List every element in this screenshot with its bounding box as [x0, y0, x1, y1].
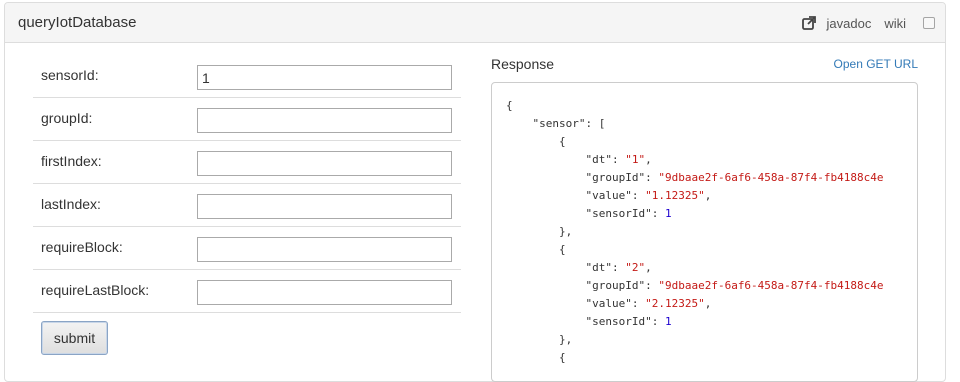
groupid-input[interactable]	[197, 108, 452, 133]
json-token: ,	[645, 261, 652, 274]
json-token: 1	[664, 315, 672, 328]
json-line: {	[506, 241, 917, 259]
json-token: "2.12325"	[645, 297, 705, 310]
json-line: "dt": "2",	[506, 259, 917, 277]
panel-heading: queryIotDatabase javadoc wiki	[5, 3, 945, 43]
json-token: ,	[645, 153, 652, 166]
json-response: { "sensor": [ { "dt": "1", "groupId": "9…	[492, 83, 917, 367]
requirelastblock-input[interactable]	[197, 280, 452, 305]
json-line: "groupId": "9dbaae2f-6af6-458a-87f4-fb41…	[506, 169, 917, 187]
open-get-url-link[interactable]: Open GET URL	[834, 57, 918, 71]
json-token: "2"	[625, 261, 646, 274]
external-link-icon[interactable]	[801, 16, 816, 30]
json-token: {	[506, 99, 513, 112]
json-token: ,	[704, 297, 712, 310]
form-row-requirelastblock: requireLastBlock:	[33, 270, 461, 313]
json-line: },	[506, 223, 917, 241]
json-token: : [	[585, 117, 606, 130]
form-row-groupid: groupId:	[33, 98, 461, 141]
json-token: :	[645, 279, 659, 292]
json-token: :	[645, 171, 659, 184]
json-token: :	[611, 261, 626, 274]
json-token: :	[631, 189, 646, 202]
firstindex-label: firstIndex:	[41, 153, 102, 169]
response-label: Response	[491, 56, 555, 72]
json-token: {	[506, 135, 566, 148]
page-title: queryIotDatabase	[18, 14, 137, 31]
checkbox-icon[interactable]	[923, 17, 935, 29]
json-token: :	[651, 207, 665, 220]
sensorid-label: sensorId:	[41, 67, 99, 83]
response-box[interactable]: { "sensor": [ { "dt": "1", "groupId": "9…	[491, 82, 918, 382]
json-line: "value": "1.12325",	[506, 187, 917, 205]
json-line: {	[506, 97, 917, 115]
lastindex-label: lastIndex:	[41, 196, 101, 212]
firstindex-input[interactable]	[197, 151, 452, 176]
json-line: "value": "2.12325",	[506, 295, 917, 313]
groupid-label: groupId:	[41, 110, 93, 126]
json-token: "groupId"	[585, 279, 646, 292]
json-token: "9dbaae2f-6af6-458a-87f4-fb4188c4e	[658, 171, 884, 184]
submit-button[interactable]: submit	[41, 321, 108, 355]
json-token: "1.12325"	[645, 189, 705, 202]
json-token: },	[506, 225, 573, 238]
json-line: {	[506, 133, 917, 151]
form-row-firstindex: firstIndex:	[33, 141, 461, 184]
json-line: {	[506, 349, 917, 367]
json-token: {	[506, 243, 566, 256]
json-token: "sensorId"	[585, 315, 652, 328]
json-line: "sensor": [	[506, 115, 917, 133]
json-token: "dt"	[585, 153, 612, 166]
json-token: "9dbaae2f-6af6-458a-87f4-fb4188c4e	[658, 279, 884, 292]
json-token: :	[631, 297, 646, 310]
requireblock-label: requireBlock:	[41, 239, 123, 255]
sensorid-input[interactable]	[197, 65, 452, 90]
json-line: },	[506, 331, 917, 349]
json-token: :	[651, 315, 665, 328]
json-token: "groupId"	[585, 171, 646, 184]
form-row-sensorid: sensorId:	[33, 55, 461, 98]
json-token: "sensorId"	[585, 207, 652, 220]
heading-tools: javadoc wiki	[801, 3, 935, 43]
form-row-lastindex: lastIndex:	[33, 184, 461, 227]
json-token: "value"	[585, 297, 632, 310]
json-token: ,	[704, 189, 712, 202]
json-token: "1"	[625, 153, 646, 166]
json-token: "dt"	[585, 261, 612, 274]
json-token: },	[506, 333, 573, 346]
requirelastblock-label: requireLastBlock:	[41, 282, 150, 298]
requireblock-input[interactable]	[197, 237, 452, 262]
json-token: {	[506, 351, 566, 364]
query-form: sensorId: groupId: firstIndex: lastIndex…	[33, 55, 461, 355]
json-token: "sensor"	[532, 117, 586, 130]
json-token: 1	[664, 207, 672, 220]
json-token: "value"	[585, 189, 632, 202]
json-line: "sensorId": 1	[506, 313, 917, 331]
javadoc-link[interactable]: javadoc	[827, 16, 872, 31]
json-token: :	[611, 153, 626, 166]
json-line: "groupId": "9dbaae2f-6af6-458a-87f4-fb41…	[506, 277, 917, 295]
lastindex-input[interactable]	[197, 194, 452, 219]
json-line: "dt": "1",	[506, 151, 917, 169]
form-row-requireblock: requireBlock:	[33, 227, 461, 270]
json-line: "sensorId": 1	[506, 205, 917, 223]
wiki-link[interactable]: wiki	[884, 16, 906, 31]
